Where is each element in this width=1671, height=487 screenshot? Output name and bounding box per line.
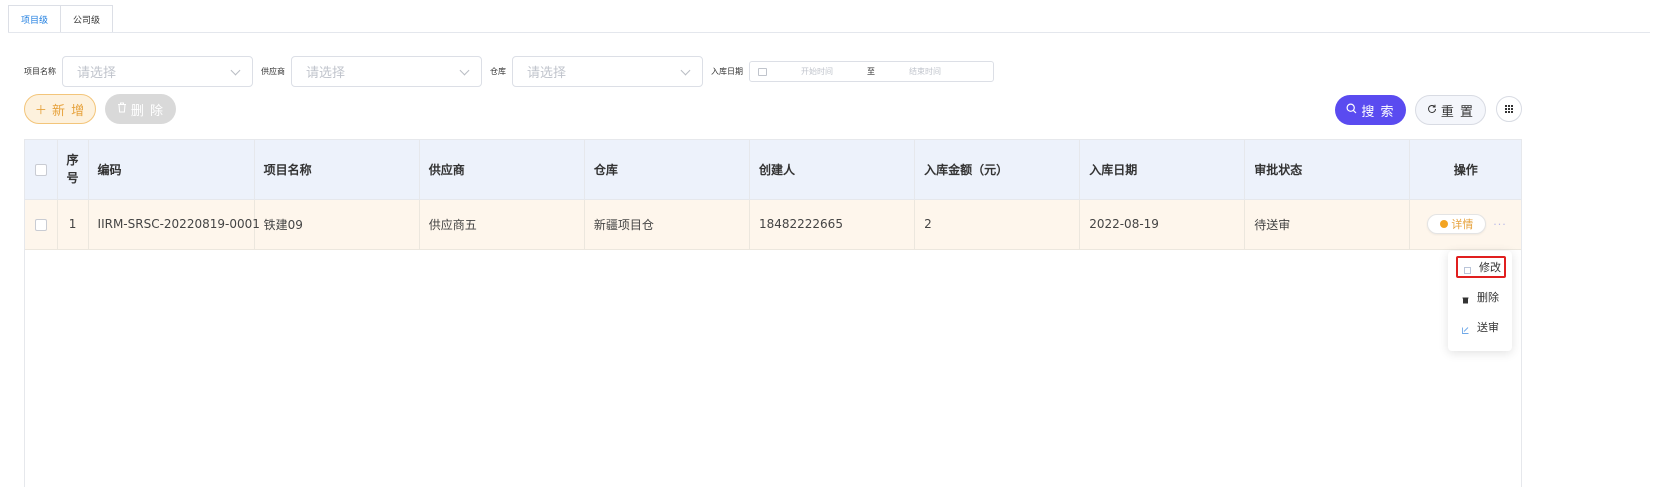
header-project: 项目名称 <box>254 140 420 200</box>
warehouse-select[interactable]: 请选择 <box>512 56 703 87</box>
date-start-input[interactable]: 开始时间 <box>801 66 833 77</box>
reset-button[interactable]: 重 置 <box>1415 95 1486 125</box>
header-creator: 创建人 <box>749 140 916 200</box>
delete-button-label: 删 除 <box>130 103 165 119</box>
menu-item-submit[interactable]: 送审 <box>1456 316 1506 338</box>
search-button-label: 搜 索 <box>1361 104 1395 120</box>
plus-icon: ＋ <box>34 102 48 117</box>
row-status: 待送审 <box>1244 199 1411 250</box>
supplier-select-placeholder: 请选择 <box>306 66 346 81</box>
more-actions-icon[interactable]: ··· <box>1493 218 1507 231</box>
menu-item-submit-label: 送审 <box>1477 321 1499 334</box>
row-creator: 18482222665 <box>749 199 916 250</box>
row-date: 2022-08-19 <box>1079 199 1246 250</box>
chevron-down-icon <box>230 67 240 77</box>
row-amount: 2 <box>914 199 1081 250</box>
supplier-select[interactable]: 请选择 <box>291 56 482 87</box>
menu-item-edit[interactable]: 修改 <box>1456 256 1506 278</box>
chevron-down-icon <box>459 67 469 77</box>
table-row[interactable]: 1 IIRM-SRSC-20220819-0001 铁建09 供应商五 新疆项目… <box>25 199 1521 250</box>
delete-button[interactable]: 删 除 <box>105 94 176 124</box>
header-index: 序号 <box>57 140 89 200</box>
level-tabs: 项目级 公司级 <box>8 5 114 33</box>
row-supplier: 供应商五 <box>419 199 585 250</box>
search-button[interactable]: 搜 索 <box>1335 95 1406 125</box>
column-settings-button[interactable] <box>1496 96 1522 122</box>
header-status: 审批状态 <box>1244 140 1411 200</box>
trash-icon <box>117 102 127 116</box>
send-icon <box>1462 324 1469 334</box>
chevron-down-icon <box>680 67 690 77</box>
tabs-divider <box>8 32 1650 33</box>
edit-icon <box>1464 264 1471 274</box>
calendar-icon <box>758 67 767 76</box>
header-actions: 操作 <box>1409 140 1521 200</box>
add-button-label: 新 增 <box>51 103 86 119</box>
reset-button-label: 重 置 <box>1440 104 1475 120</box>
row-project: 铁建09 <box>254 199 420 250</box>
menu-item-edit-label: 修改 <box>1479 261 1501 274</box>
menu-item-delete-label: 删除 <box>1477 291 1499 304</box>
row-actions-dropdown: 修改 删除 送审 <box>1448 251 1512 351</box>
date-range-separator: 至 <box>867 67 875 76</box>
row-code: IIRM-SRSC-20220819-0001 <box>88 199 260 250</box>
grid-icon <box>1505 105 1513 113</box>
filter-bar: 项目名称 请选择 供应商 请选择 仓库 请选择 入库日期 开始时间 至 结束时间 <box>24 56 994 87</box>
row-select-cell <box>25 199 58 250</box>
warehouse-filter-label: 仓库 <box>490 67 506 76</box>
tab-company-level[interactable]: 公司级 <box>61 5 114 33</box>
supplier-filter-label: 供应商 <box>261 67 285 76</box>
table-header-row: 序号 编码 项目名称 供应商 仓库 创建人 入库金额（元） 入库日期 审批状态 … <box>25 140 1521 200</box>
menu-item-delete[interactable]: 删除 <box>1456 286 1506 308</box>
project-select-placeholder: 请选择 <box>77 66 117 81</box>
row-warehouse: 新疆项目仓 <box>584 199 750 250</box>
data-table: 序号 编码 项目名称 供应商 仓库 创建人 入库金额（元） 入库日期 审批状态 … <box>24 139 1522 487</box>
date-filter-label: 入库日期 <box>711 67 743 76</box>
row-index: 1 <box>57 199 89 250</box>
header-warehouse: 仓库 <box>584 140 750 200</box>
row-checkbox[interactable] <box>34 218 47 231</box>
header-amount: 入库金额（元） <box>914 140 1081 200</box>
header-date: 入库日期 <box>1079 140 1246 200</box>
detail-icon <box>1440 220 1449 228</box>
refresh-icon <box>1427 103 1437 117</box>
warehouse-select-placeholder: 请选择 <box>527 66 567 81</box>
select-all-cell <box>25 140 58 200</box>
detail-button[interactable]: 详情 <box>1427 214 1487 234</box>
trash-icon <box>1462 294 1469 303</box>
search-icon <box>1346 103 1357 117</box>
detail-button-label: 详情 <box>1451 218 1474 231</box>
header-supplier: 供应商 <box>419 140 585 200</box>
date-range-picker[interactable]: 开始时间 至 结束时间 <box>749 61 994 82</box>
tab-project-level[interactable]: 项目级 <box>8 5 62 33</box>
date-end-input[interactable]: 结束时间 <box>909 66 941 77</box>
row-actions: 详情 ··· <box>1409 199 1521 250</box>
project-select[interactable]: 请选择 <box>62 56 253 87</box>
header-code: 编码 <box>88 140 255 200</box>
add-button[interactable]: ＋ 新 增 <box>24 94 96 124</box>
select-all-checkbox[interactable] <box>34 163 47 176</box>
project-filter-label: 项目名称 <box>24 67 56 76</box>
